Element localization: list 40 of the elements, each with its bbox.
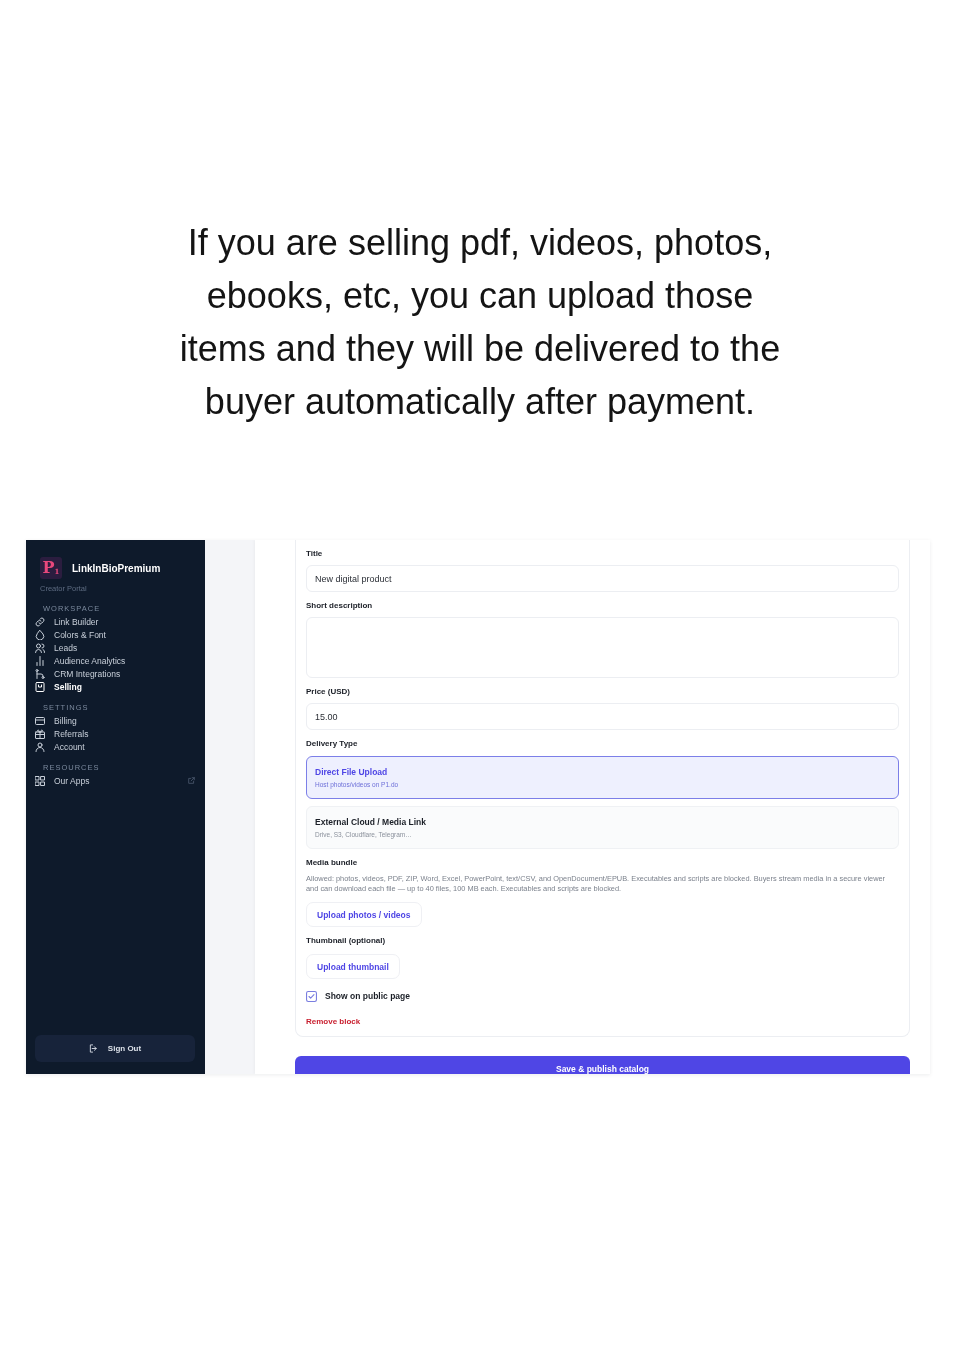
field-label: Thumbnail (optional) (306, 936, 386, 946)
sidebar-item[interactable]: Referrals (35, 727, 195, 740)
drop-icon (35, 629, 45, 640)
external-link-icon (188, 777, 195, 784)
bar-chart-icon (35, 655, 45, 666)
checkbox-label[interactable]: Show on public page (325, 991, 410, 1002)
sign-out-button[interactable]: Sign Out (35, 1035, 195, 1062)
sidebar-item[interactable]: CRM Integrations (35, 667, 195, 680)
sidebar-item[interactable]: Our Apps (35, 774, 195, 787)
grid-icon (35, 775, 45, 786)
field-label: Price (USD) (306, 687, 350, 697)
sidebar-item[interactable]: Audience Analytics (35, 654, 195, 667)
field-label: Short description (306, 601, 373, 611)
card-icon (35, 715, 45, 726)
save-button[interactable]: Save & publish catalog (295, 1056, 910, 1074)
sidebar-item[interactable]: Leads (35, 641, 195, 654)
box-icon (35, 681, 45, 692)
sidebar-item[interactable]: Colors & Font (35, 628, 195, 641)
field-label: Title (306, 549, 323, 559)
gift-icon (35, 728, 45, 739)
sidebar-item[interactable]: Billing (35, 714, 195, 727)
text-field[interactable]: New digital product (306, 565, 899, 592)
field-label: Media bundle (306, 858, 358, 868)
users-icon (35, 642, 45, 653)
user-icon (35, 741, 45, 752)
upload-button[interactable]: Upload photos / videos (306, 902, 422, 927)
text-field[interactable]: 15.00 (306, 703, 899, 730)
checkbox[interactable] (306, 991, 317, 1002)
link-icon (35, 616, 45, 627)
sidebar-item[interactable]: Selling (35, 680, 195, 693)
logo: P$_{1}$ (40, 557, 62, 579)
sidebar-item[interactable]: Link Builder (35, 615, 195, 628)
remove-block-button[interactable]: Remove block (306, 1017, 361, 1027)
branch-icon (35, 668, 45, 679)
caption-text: If you are selling pdf, videos, photos, ebooks, etc, you can upload those items and they will be delivered to the buyer automatically after payment. (178, 221, 782, 424)
sidebar-item[interactable]: Account (35, 740, 195, 753)
brand-name: LinkInBioPremium (72, 562, 161, 574)
field-label: Delivery Type (306, 739, 358, 749)
sign-out-icon (88, 1044, 98, 1053)
upload-button[interactable]: Upload thumbnail (306, 954, 400, 979)
